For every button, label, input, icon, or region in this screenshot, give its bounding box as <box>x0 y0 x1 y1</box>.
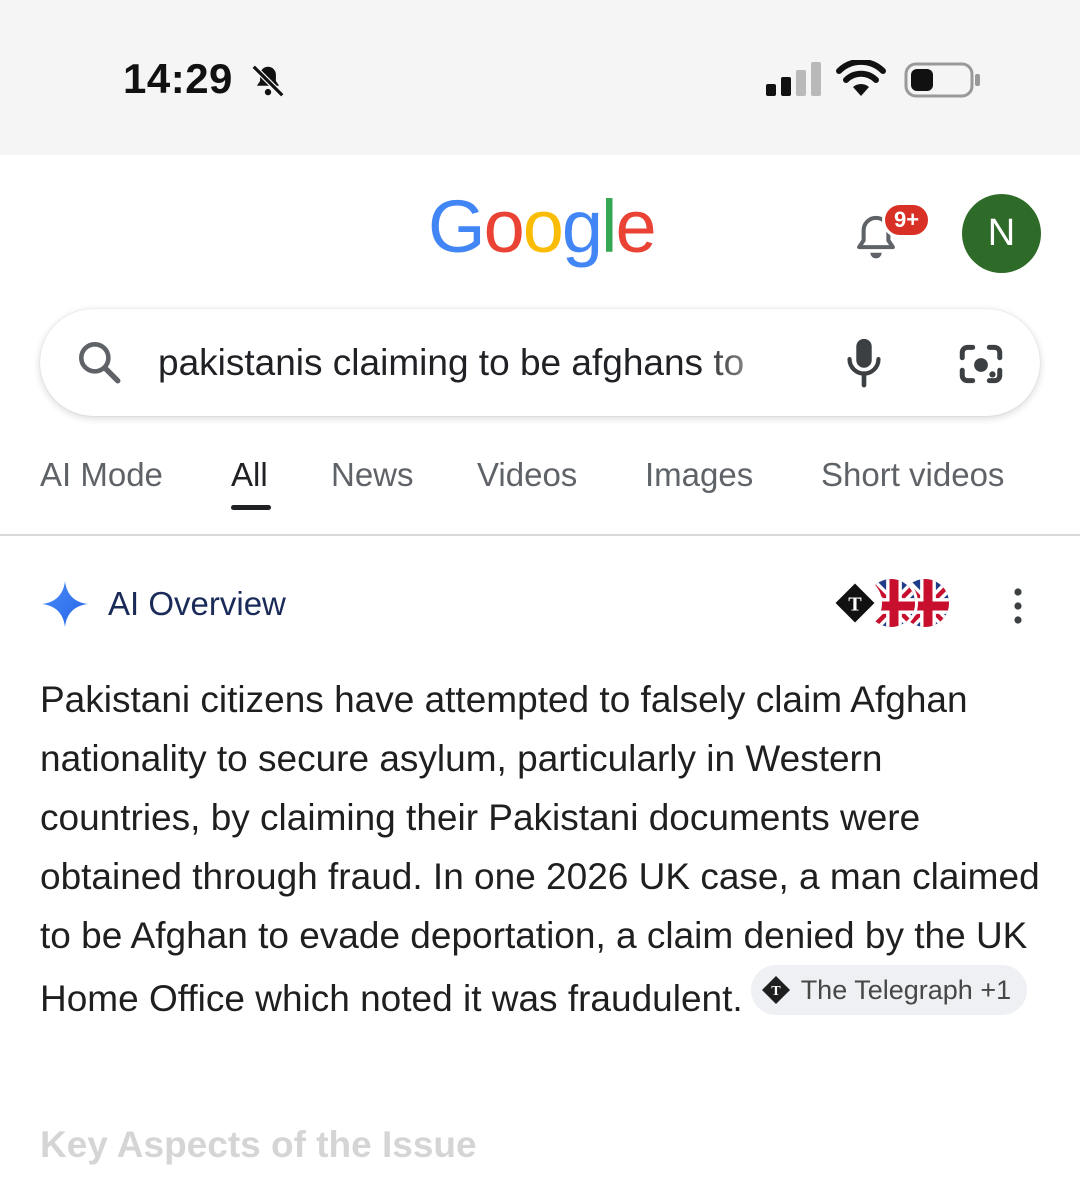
google-logo[interactable]: Google <box>428 185 657 268</box>
search-input[interactable] <box>158 337 798 389</box>
active-tab-indicator <box>231 505 271 510</box>
telegraph-favicon: T <box>828 576 882 630</box>
svg-text:T: T <box>771 983 781 999</box>
notification-badge: 9+ <box>882 202 932 238</box>
notifications-button[interactable]: 9+ <box>848 200 932 266</box>
avatar[interactable]: N <box>962 194 1041 273</box>
ai-overview-title: AI Overview <box>108 585 286 622</box>
logo-letter: o <box>483 185 525 268</box>
wifi-icon <box>836 60 886 96</box>
more-vert-icon[interactable] <box>1008 586 1028 626</box>
camera-lens-icon[interactable] <box>956 339 1006 389</box>
status-bar: 14:29 <box>0 0 1080 155</box>
logo-letter: G <box>428 185 486 268</box>
svg-text:T: T <box>848 593 862 615</box>
tab-ai-mode[interactable]: AI Mode <box>40 456 163 494</box>
clock: 14:29 <box>123 55 233 102</box>
tab-news[interactable]: News <box>331 456 414 494</box>
search-icon[interactable] <box>74 337 124 387</box>
microphone-icon[interactable] <box>840 335 888 389</box>
citation-chip[interactable]: T The Telegraph +1 <box>750 965 1028 1015</box>
logo-letter: e <box>615 185 656 268</box>
search-box[interactable] <box>40 309 1040 416</box>
logo-letter: l <box>601 185 618 268</box>
logo-letter: g <box>561 185 603 268</box>
battery-icon <box>904 62 980 98</box>
citation-label: The Telegraph +1 <box>800 975 1012 1005</box>
ai-overview-text: Pakistani citizens have attempted to fal… <box>40 670 1040 1028</box>
telegraph-logo-icon: T <box>835 583 875 623</box>
search-tabs: AI Mode All News Videos Images Short vid… <box>0 440 1080 536</box>
tab-all[interactable]: All <box>231 456 268 494</box>
tab-images[interactable]: Images <box>645 456 753 494</box>
avatar-letter: N <box>987 212 1016 254</box>
tab-short-videos[interactable]: Short videos <box>821 456 1004 494</box>
source-favicons[interactable]: T <box>828 576 954 632</box>
logo-letter: o <box>522 185 564 268</box>
telegraph-logo-icon: T <box>761 975 790 1005</box>
ai-sparkle-icon <box>42 581 88 627</box>
tab-videos[interactable]: Videos <box>477 456 577 494</box>
signal-icon <box>766 62 821 96</box>
bell-slash-icon <box>251 64 285 98</box>
section-heading: Key Aspects of the Issue <box>40 1124 477 1165</box>
